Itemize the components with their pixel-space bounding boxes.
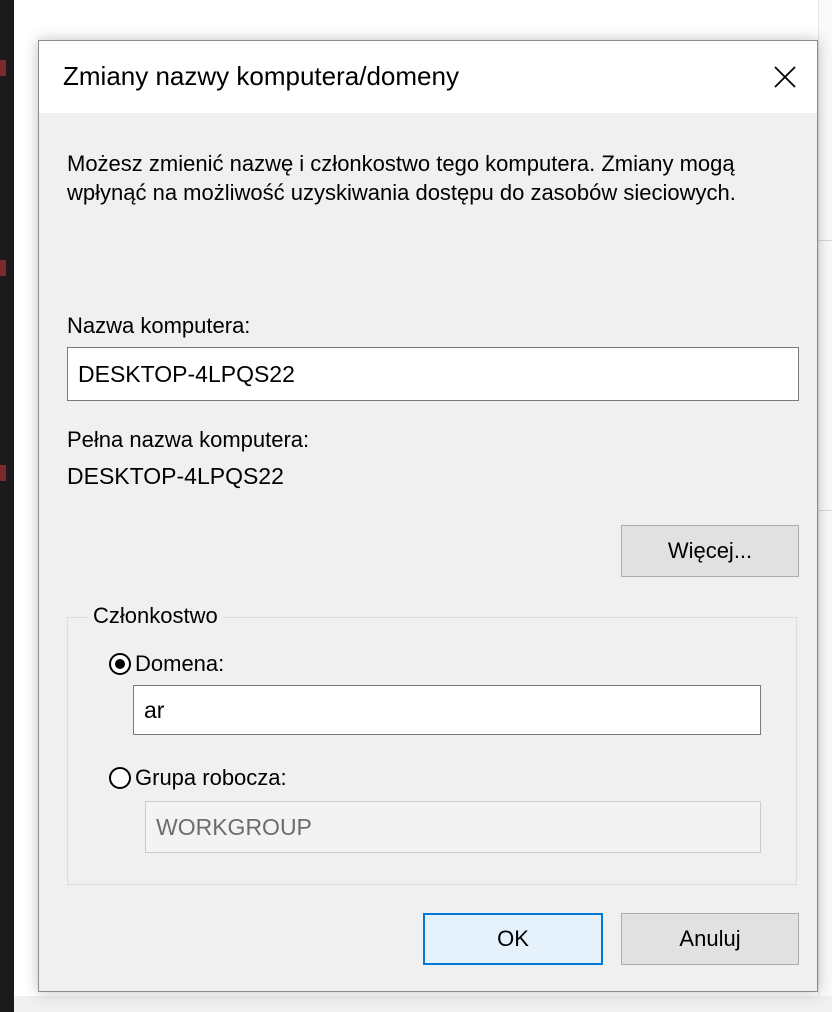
computer-name-label: Nazwa komputera: — [67, 313, 251, 338]
domain-radio-label[interactable]: Domena: — [135, 651, 224, 677]
membership-group-label: Członkostwo — [89, 603, 222, 629]
computer-name-value: DESKTOP-4LPQS22 — [78, 360, 295, 387]
dialog-titlebar: Zmiany nazwy komputera/domeny — [39, 41, 817, 113]
workgroup-input: WORKGROUP — [145, 801, 761, 853]
cancel-button[interactable]: Anuluj — [621, 913, 799, 965]
workgroup-radio[interactable] — [109, 767, 131, 789]
dialog-title: Zmiany nazwy komputera/domeny — [63, 61, 459, 91]
domain-radio[interactable] — [109, 653, 131, 675]
workgroup-value: WORKGROUP — [156, 813, 312, 840]
close-button[interactable] — [753, 41, 817, 113]
background-divider — [818, 510, 832, 511]
domain-value: ar — [144, 696, 165, 723]
background-window-bottom — [14, 996, 832, 1012]
background-window-right-edge — [818, 0, 832, 1012]
computer-name-input[interactable]: DESKTOP-4LPQS22 — [67, 347, 799, 401]
close-icon — [774, 66, 796, 88]
ok-button[interactable]: OK — [423, 913, 603, 965]
full-computer-name-label: Pełna nazwa komputera: — [67, 427, 310, 452]
background-window-left-edge — [0, 0, 14, 1012]
rename-computer-dialog: Zmiany nazwy komputera/domeny Możesz zmi… — [38, 40, 818, 992]
more-button[interactable]: Więcej... — [621, 525, 799, 577]
radio-selected-dot — [115, 659, 125, 669]
background-divider — [818, 240, 832, 241]
full-computer-name-value: DESKTOP-4LPQS22 — [67, 463, 284, 489]
dialog-description: Możesz zmienić nazwę i członkostwo tego … — [67, 151, 736, 205]
domain-input[interactable]: ar — [133, 685, 761, 735]
workgroup-radio-label[interactable]: Grupa robocza: — [135, 765, 287, 791]
